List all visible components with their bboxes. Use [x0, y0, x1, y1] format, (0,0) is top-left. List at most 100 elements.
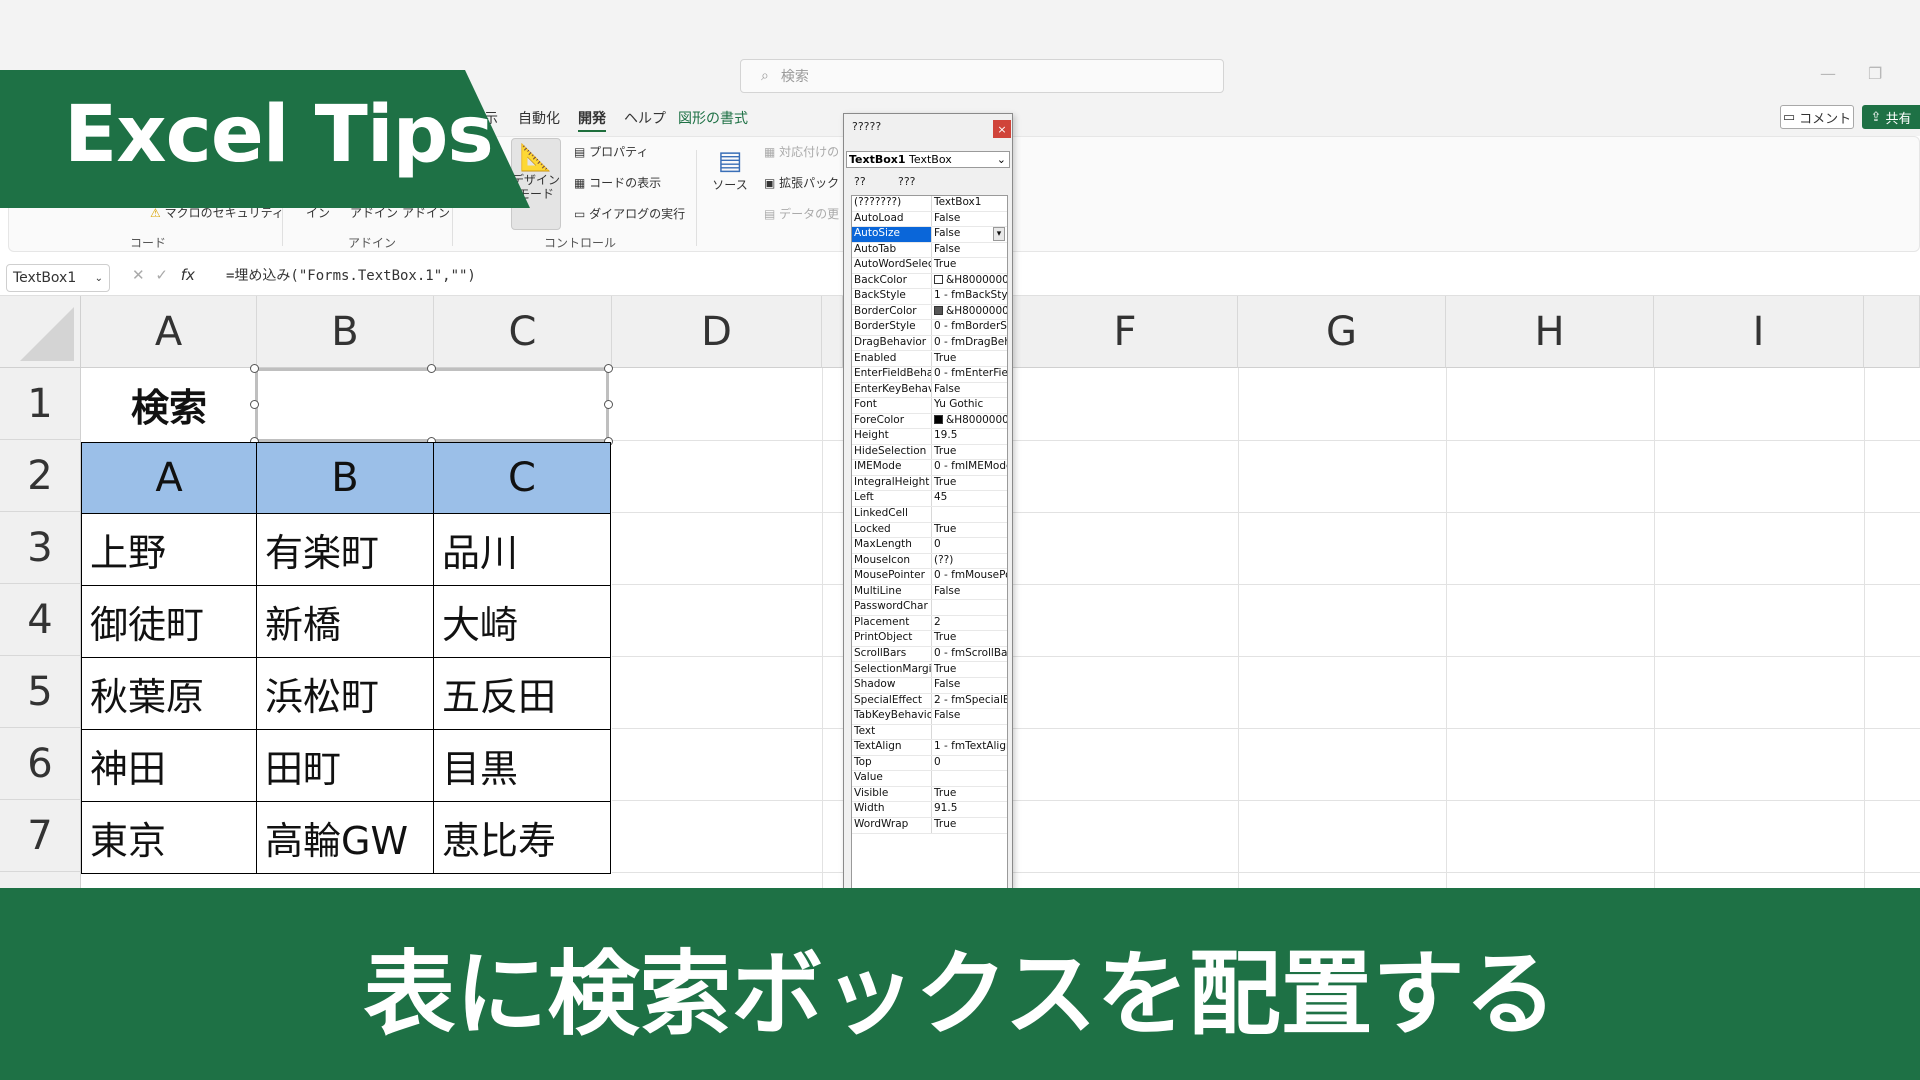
table-header-cell[interactable]: C [434, 442, 611, 514]
property-value[interactable]: 1 - fmTextAlign [932, 740, 1007, 755]
table-cell[interactable]: 五反田 [434, 658, 611, 730]
run-dialog-button[interactable]: ▭ ダイアログの実行 [574, 205, 685, 222]
property-value[interactable]: 0 - fmIMEModeNoControl [932, 460, 1007, 475]
property-row[interactable]: SelectionMargin True [852, 662, 1007, 679]
table-cell[interactable]: 高輪GW [257, 802, 434, 874]
property-row[interactable]: IMEMode0 - fmIMEModeNoControl [852, 460, 1007, 476]
select-all-corner[interactable] [0, 296, 81, 368]
row-header-1[interactable]: 1 [0, 368, 81, 440]
table-cell[interactable]: 浜松町 [257, 658, 434, 730]
minimize-icon[interactable]: — [1820, 64, 1836, 83]
property-row[interactable]: BorderColor&H80000006 [852, 304, 1007, 321]
property-row[interactable]: ForeColor&H80000008 [852, 413, 1007, 430]
table-header-cell[interactable]: A [81, 442, 257, 514]
tab-alphabetic[interactable]: ?? [854, 175, 866, 188]
cell-a1[interactable]: 検索 [81, 368, 257, 440]
property-value[interactable]: True [932, 787, 1007, 802]
property-row[interactable]: TabKeyBehavior False [852, 709, 1007, 725]
property-value[interactable]: True [932, 663, 1007, 678]
property-value[interactable]: 0 - fmMousePointer [932, 569, 1007, 584]
table-header-cell[interactable]: B [257, 442, 434, 514]
table-cell[interactable]: 品川 [434, 514, 611, 586]
property-row[interactable]: PrintObject True [852, 631, 1007, 647]
name-box[interactable]: TextBox1 ⌄ [6, 264, 110, 292]
resize-handle[interactable] [604, 364, 613, 373]
property-value[interactable]: &H80000005 [932, 274, 1007, 289]
table-cell[interactable]: 御徒町 [81, 586, 257, 658]
property-value[interactable]: &H80000006 [932, 305, 1007, 320]
property-value[interactable]: 2 [932, 616, 1007, 631]
table-cell[interactable]: 田町 [257, 730, 434, 802]
cancel-icon[interactable]: ✕ [132, 266, 145, 284]
table-cell[interactable]: 大崎 [434, 586, 611, 658]
property-value[interactable]: False [932, 383, 1007, 398]
property-row[interactable]: AutoTab False [852, 242, 1007, 259]
property-value[interactable]: False [932, 585, 1007, 600]
tab-help[interactable]: ヘルプ [624, 108, 666, 128]
property-row[interactable]: WordWrap True [852, 818, 1007, 834]
comment-button[interactable]: ▭ コメント [1780, 105, 1854, 129]
property-value[interactable] [932, 600, 1007, 615]
column-header-f[interactable]: F [1013, 296, 1238, 368]
column-header-i[interactable]: I [1654, 296, 1864, 368]
search-box[interactable]: ⌕ 検索 [740, 59, 1224, 93]
column-header-d[interactable]: D [612, 296, 822, 368]
column-header-e[interactable] [822, 296, 843, 368]
property-row[interactable]: Shadow False [852, 678, 1007, 694]
property-row[interactable]: HideSelection True [852, 444, 1007, 461]
property-value[interactable]: 0 - fmEnterFieldBehavior [932, 367, 1007, 382]
table-cell[interactable]: 東京 [81, 802, 257, 874]
property-value[interactable]: True [932, 631, 1007, 646]
property-row[interactable]: AutoLoad False [852, 211, 1007, 228]
property-value[interactable]: True [932, 352, 1007, 367]
row-header-6[interactable]: 6 [0, 728, 81, 800]
property-value[interactable]: 1 - fmBackStyleOpaque [932, 289, 1007, 304]
property-row[interactable]: BorderStyle0 - fmBorderStyleNone [852, 320, 1007, 336]
table-cell[interactable]: 上野 [81, 514, 257, 586]
dropdown-arrow-icon[interactable]: ▾ [993, 227, 1005, 242]
property-row[interactable]: DragBehavior0 - fmDragBehavior [852, 335, 1007, 352]
property-row[interactable]: Text [852, 724, 1007, 741]
column-header-j[interactable] [1864, 296, 1920, 368]
property-value[interactable] [932, 771, 1007, 786]
column-header-b[interactable]: B [257, 296, 434, 368]
property-row[interactable]: BackStyle1 - fmBackStyleOpaque [852, 289, 1007, 305]
property-value[interactable]: False [932, 212, 1007, 227]
column-header-h[interactable]: H [1446, 296, 1654, 368]
table-cell[interactable]: 秋葉原 [81, 658, 257, 730]
table-cell[interactable]: 有楽町 [257, 514, 434, 586]
table-cell[interactable]: 神田 [81, 730, 257, 802]
property-value[interactable] [932, 507, 1007, 522]
tab-developer[interactable]: 開発 [578, 108, 606, 132]
property-value[interactable]: 0 [932, 756, 1007, 771]
view-code-button[interactable]: ▦ コードの表示 [574, 174, 661, 191]
property-value[interactable]: 19.5 [932, 429, 1007, 444]
row-header-5[interactable]: 5 [0, 656, 81, 728]
property-row[interactable]: MouseIcon (??) [852, 553, 1007, 570]
confirm-icon[interactable]: ✓ [155, 266, 168, 284]
property-value[interactable]: False [932, 709, 1007, 724]
tab-shape-format[interactable]: 図形の書式 [678, 108, 748, 128]
table-cell[interactable]: 恵比寿 [434, 802, 611, 874]
property-row[interactable]: Width 91.5 [852, 802, 1007, 818]
property-row[interactable]: Left 45 [852, 491, 1007, 507]
property-row[interactable]: Value [852, 771, 1007, 787]
row-header-2[interactable]: 2 [0, 440, 81, 512]
property-row[interactable]: Top 0 [852, 755, 1007, 772]
table-cell[interactable]: 目黒 [434, 730, 611, 802]
property-value[interactable]: (??) [932, 554, 1007, 569]
close-button[interactable]: × [993, 120, 1011, 138]
tab-automate[interactable]: 自動化 [518, 108, 560, 128]
restore-icon[interactable]: ❐ [1868, 64, 1882, 83]
property-value[interactable]: False [932, 678, 1007, 693]
property-value[interactable]: 0 - fmScrollBars [932, 647, 1007, 662]
property-row[interactable]: Font Yu Gothic [852, 398, 1007, 414]
formula-input[interactable]: =埋め込み("Forms.TextBox.1","") [226, 265, 476, 285]
property-row[interactable]: MousePointer0 - fmMousePointer [852, 569, 1007, 585]
row-header-7[interactable]: 7 [0, 800, 81, 872]
property-row[interactable]: Visible True [852, 786, 1007, 803]
property-value[interactable]: True [932, 476, 1007, 491]
property-value[interactable]: 0 - fmDragBehavior [932, 336, 1007, 351]
property-value[interactable]: 0 - fmBorderStyleNone [932, 320, 1007, 335]
resize-handle[interactable] [427, 364, 436, 373]
